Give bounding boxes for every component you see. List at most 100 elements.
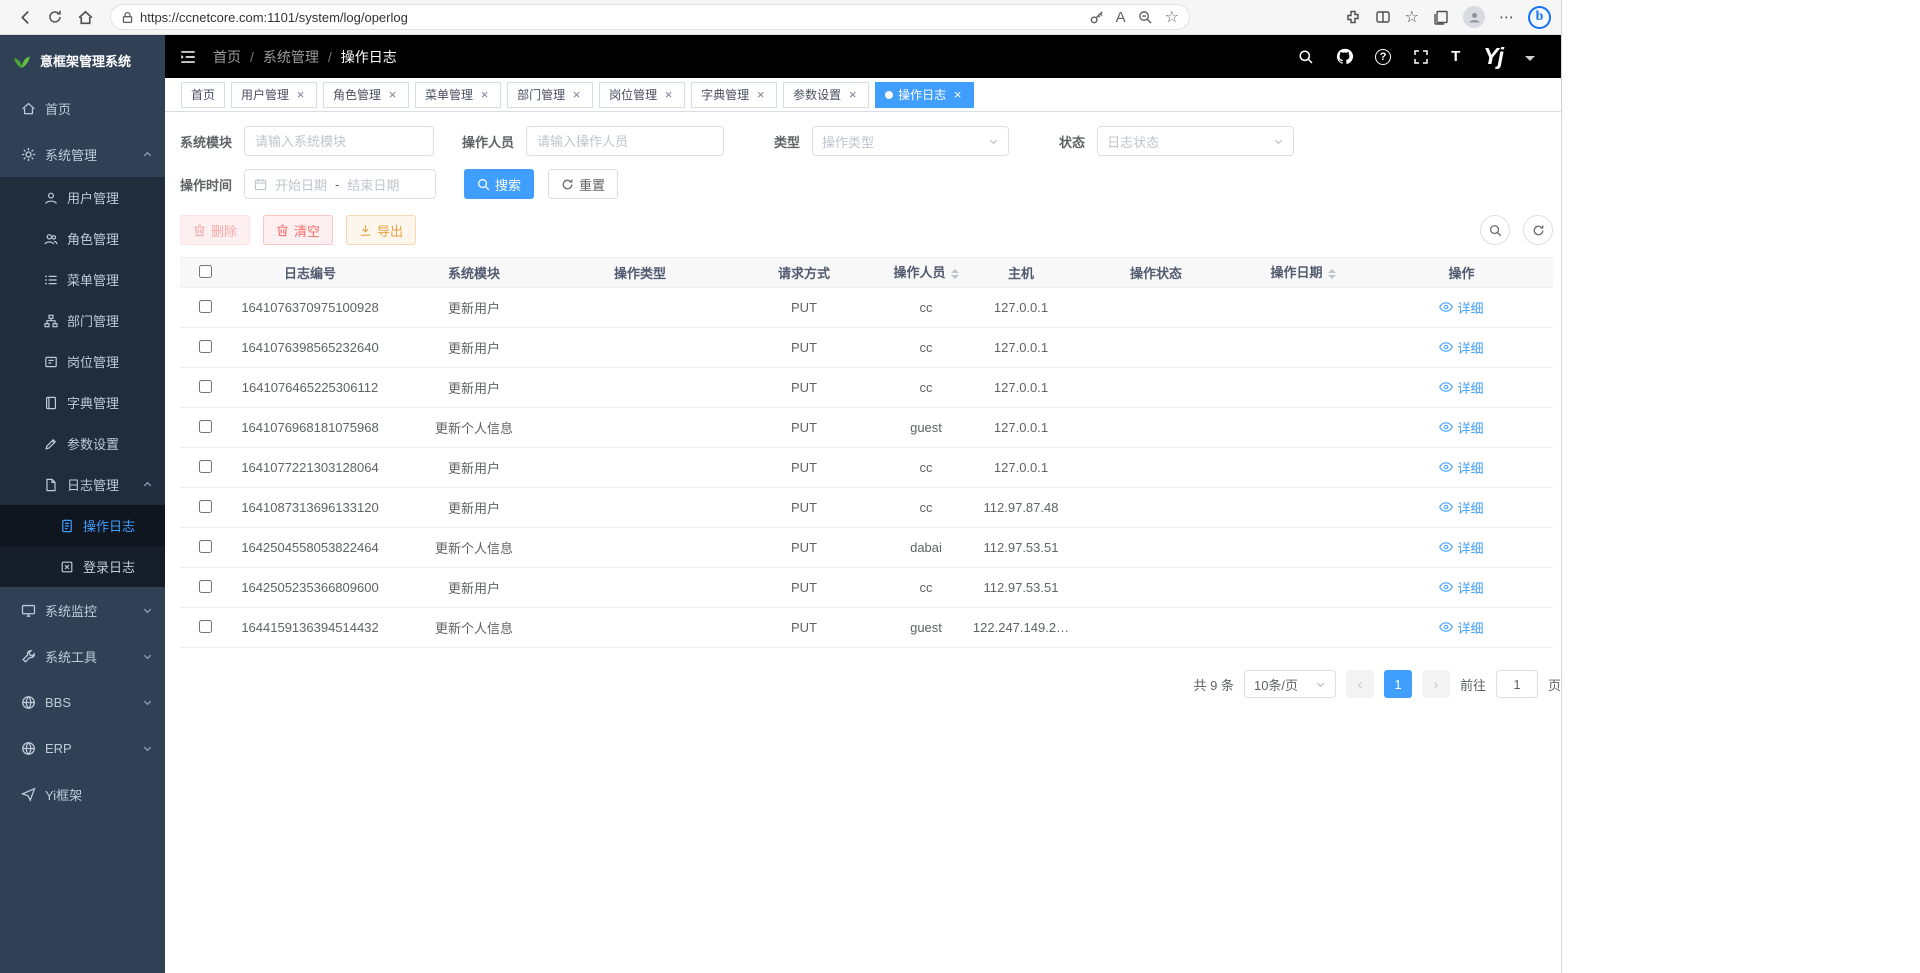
user-avatar-logo[interactable]: Yj — [1483, 43, 1503, 70]
add-favorite-star-icon[interactable]: ☆ — [1165, 7, 1179, 27]
tab-close-icon[interactable]: × — [570, 88, 583, 101]
toggle-search-button[interactable] — [1480, 215, 1510, 245]
goto-page-input[interactable] — [1496, 670, 1538, 698]
font-size-icon[interactable]: T — [1451, 48, 1461, 65]
fullscreen-icon[interactable] — [1413, 49, 1429, 65]
prev-page-button[interactable]: ‹ — [1346, 670, 1374, 698]
status-select[interactable]: 日志状态 — [1097, 126, 1294, 156]
tab-home[interactable]: 首页 — [181, 82, 225, 108]
search-button[interactable]: 搜索 — [464, 169, 534, 199]
github-icon[interactable] — [1336, 48, 1353, 65]
next-page-button[interactable]: › — [1422, 670, 1450, 698]
extensions-puzzle-icon[interactable] — [1345, 9, 1361, 25]
operator-input[interactable] — [526, 126, 724, 156]
clear-button[interactable]: 清空 — [263, 215, 333, 245]
tab-close-icon[interactable]: × — [754, 88, 767, 101]
tab-close-icon[interactable]: × — [951, 88, 964, 101]
sidebar-item-log-mgmt[interactable]: 日志管理 — [0, 464, 165, 505]
sidebar-item-system-tools[interactable]: 系统工具 — [0, 633, 165, 679]
page-number-button[interactable]: 1 — [1384, 670, 1412, 698]
export-button[interactable]: 导出 — [346, 215, 416, 245]
tab-close-icon[interactable]: × — [294, 88, 307, 101]
row-checkbox[interactable] — [199, 300, 212, 313]
select-all-checkbox[interactable] — [199, 265, 212, 278]
browser-home-button[interactable] — [70, 3, 100, 31]
sidebar-item-role-mgmt[interactable]: 角色管理 — [0, 218, 165, 259]
tab-user-mgmt[interactable]: 用户管理× — [231, 82, 317, 108]
refresh-table-button[interactable] — [1523, 215, 1553, 245]
tab-param-settings[interactable]: 参数设置× — [783, 82, 869, 108]
sidebar-item-user-mgmt[interactable]: 用户管理 — [0, 177, 165, 218]
delete-button[interactable]: 删除 — [180, 215, 250, 245]
split-screen-icon[interactable] — [1375, 9, 1391, 25]
row-checkbox[interactable] — [199, 500, 212, 513]
tab-dept-mgmt[interactable]: 部门管理× — [507, 82, 593, 108]
tab-menu-mgmt[interactable]: 菜单管理× — [415, 82, 501, 108]
tab-dict-mgmt[interactable]: 字典管理× — [691, 82, 777, 108]
sidebar-item-yi-framework[interactable]: Yi框架 — [0, 771, 165, 817]
sidebar-item-erp[interactable]: ERP — [0, 725, 165, 771]
detail-link[interactable]: 详细 — [1439, 338, 1483, 357]
row-checkbox[interactable] — [199, 580, 212, 593]
user-menu-caret-icon[interactable] — [1525, 56, 1535, 66]
row-checkbox[interactable] — [199, 620, 212, 633]
module-input[interactable] — [244, 126, 434, 156]
sidebar-item-system-monitor[interactable]: 系统监控 — [0, 587, 165, 633]
edge-copilot-icon[interactable]: b — [1528, 6, 1551, 29]
page-size-select[interactable]: 10条/页 — [1244, 670, 1336, 698]
date-range-picker[interactable]: 开始日期 - 结束日期 — [244, 169, 436, 199]
detail-link[interactable]: 详细 — [1439, 538, 1483, 557]
detail-link[interactable]: 详细 — [1439, 498, 1483, 517]
browser-back-button[interactable] — [10, 3, 40, 31]
sort-icon[interactable] — [951, 265, 959, 283]
app-logo[interactable]: 意框架管理系统 — [0, 35, 165, 85]
row-checkbox[interactable] — [199, 420, 212, 433]
column-header-date[interactable]: 操作日期 — [1236, 258, 1370, 288]
select-all-header[interactable] — [180, 258, 230, 288]
address-bar[interactable]: https://ccnetcore.com:1101/system/log/op… — [110, 4, 1190, 30]
breadcrumb-system-mgmt[interactable]: 系统管理 — [263, 47, 319, 67]
sidebar-toggle-icon[interactable] — [179, 48, 197, 66]
detail-link[interactable]: 详细 — [1439, 458, 1483, 477]
tab-close-icon[interactable]: × — [478, 88, 491, 101]
favorites-bar-icon[interactable]: ☆ — [1405, 7, 1419, 27]
reset-button[interactable]: 重置 — [548, 169, 618, 199]
tab-close-icon[interactable]: × — [662, 88, 675, 101]
sidebar-item-menu-mgmt[interactable]: 菜单管理 — [0, 259, 165, 300]
detail-link[interactable]: 详细 — [1439, 618, 1483, 637]
row-checkbox[interactable] — [199, 460, 212, 473]
detail-link[interactable]: 详细 — [1439, 578, 1483, 597]
collections-icon[interactable] — [1433, 9, 1449, 25]
sidebar-item-post-mgmt[interactable]: 岗位管理 — [0, 341, 165, 382]
browser-refresh-button[interactable] — [40, 3, 70, 31]
password-key-icon[interactable] — [1089, 10, 1104, 25]
sidebar-item-dict-mgmt[interactable]: 字典管理 — [0, 382, 165, 423]
tab-close-icon[interactable]: × — [386, 88, 399, 101]
detail-link[interactable]: 详细 — [1439, 298, 1483, 317]
breadcrumb-home[interactable]: 首页 — [213, 47, 241, 67]
browser-menu-dots-icon[interactable]: ⋯ — [1499, 10, 1514, 25]
help-question-icon[interactable]: ? — [1375, 49, 1391, 65]
header-search-icon[interactable] — [1298, 49, 1314, 65]
type-select[interactable]: 操作类型 — [812, 126, 1009, 156]
tab-post-mgmt[interactable]: 岗位管理× — [599, 82, 685, 108]
row-checkbox[interactable] — [199, 340, 212, 353]
sidebar-item-bbs[interactable]: BBS — [0, 679, 165, 725]
tab-role-mgmt[interactable]: 角色管理× — [323, 82, 409, 108]
tab-close-icon[interactable]: × — [846, 88, 859, 101]
sidebar-item-system-mgmt[interactable]: 系统管理 — [0, 131, 165, 177]
tab-oper-log[interactable]: 操作日志× — [875, 82, 974, 108]
row-checkbox[interactable] — [199, 540, 212, 553]
sort-icon[interactable] — [1328, 265, 1336, 283]
detail-link[interactable]: 详细 — [1439, 418, 1483, 437]
column-header-operator[interactable]: 操作人员 — [886, 258, 966, 288]
read-aloud-icon[interactable]: A — [1116, 10, 1126, 25]
row-checkbox[interactable] — [199, 380, 212, 393]
zoom-out-icon[interactable] — [1138, 10, 1153, 25]
detail-link[interactable]: 详细 — [1439, 378, 1483, 397]
browser-profile-avatar[interactable] — [1463, 6, 1485, 28]
sidebar-item-oper-log[interactable]: 操作日志 — [0, 505, 165, 546]
sidebar-item-home[interactable]: 首页 — [0, 85, 165, 131]
sidebar-item-dept-mgmt[interactable]: 部门管理 — [0, 300, 165, 341]
sidebar-item-login-log[interactable]: 登录日志 — [0, 546, 165, 587]
